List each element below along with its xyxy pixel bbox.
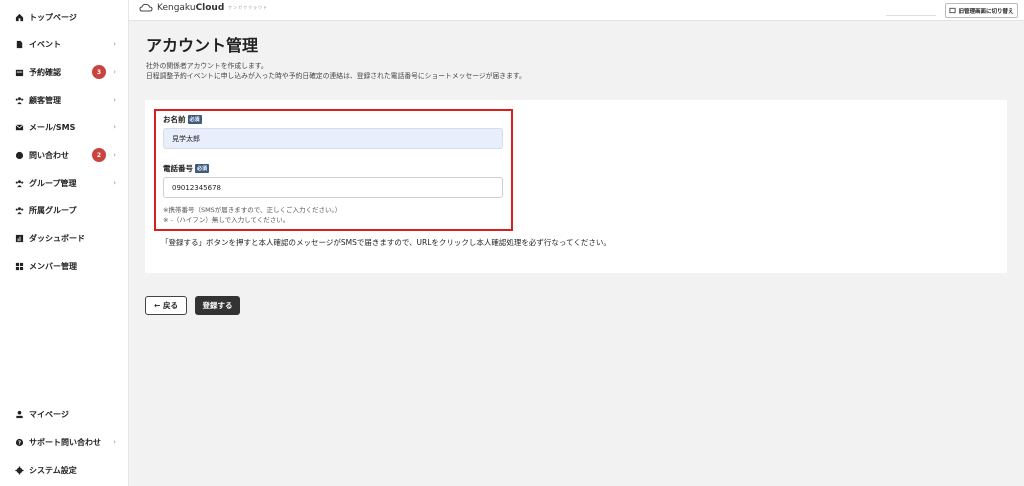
chevron-right-icon: › [113, 96, 116, 104]
grid-icon [14, 261, 24, 271]
logo-text: Kengaku [157, 3, 196, 13]
home-icon [14, 12, 24, 22]
notification-badge: 2 [92, 148, 106, 162]
page-title: アカウント管理 [146, 36, 259, 55]
sidebar-item-label: 予約確認 [29, 67, 61, 77]
sidebar: トップページ イベント › 予約確認 3 › 顧客管理 › メール/SMS › … [0, 0, 129, 486]
sidebar-item-label: メール/SMS [29, 122, 76, 132]
sidebar-item-reservations[interactable]: 予約確認 3 › [14, 63, 124, 81]
sidebar-item-label: 所属グループ [29, 205, 77, 215]
top-bar: Kengaku Cloud ケンガククラウド 旧管理画面に切り替え [129, 0, 1024, 21]
sidebar-item-label: ダッシュボード [29, 233, 85, 243]
name-label-text: お名前 [163, 115, 186, 124]
page-description: 社外の関係者アカウントを作成します。 [146, 62, 268, 70]
sidebar-item-support[interactable]: ? サポート問い合わせ › [14, 433, 124, 451]
name-input[interactable]: 見学太郎 [163, 128, 503, 149]
phone-label-text: 電話番号 [163, 164, 193, 173]
sidebar-item-label: グループ管理 [29, 178, 77, 188]
app-logo[interactable]: Kengaku Cloud ケンガククラウド [139, 3, 268, 13]
cloud-logo-icon [139, 3, 153, 12]
switch-to-old-admin-button[interactable]: 旧管理画面に切り替え [945, 3, 1018, 18]
sidebar-item-label: システム設定 [29, 465, 77, 475]
logo-subtext: ケンガククラウド [228, 5, 269, 10]
sidebar-item-group-management[interactable]: グループ管理 › [14, 174, 124, 192]
sidebar-item-my-page[interactable]: マイページ [14, 405, 124, 423]
phone-note-mobile: ※携帯番号（SMSが届きますので、正しくご入力ください。） [163, 206, 342, 214]
phone-label: 電話番号 必須 [163, 163, 210, 174]
chevron-right-icon: › [113, 123, 116, 131]
sidebar-item-my-groups[interactable]: 所属グループ [14, 201, 124, 219]
sidebar-item-label: マイページ [29, 409, 69, 419]
sidebar-item-inquiries[interactable]: 問い合わせ 2 › [14, 146, 124, 164]
chevron-right-icon: › [113, 179, 116, 187]
phone-note-hyphen: ※ -（ハイフン）無しで入力してください。 [163, 216, 290, 224]
register-button[interactable]: 登録する [195, 296, 240, 315]
svg-text:?: ? [17, 440, 20, 446]
chevron-right-icon: › [113, 438, 116, 446]
group-icon [14, 178, 24, 188]
sidebar-item-customers[interactable]: 顧客管理 › [14, 91, 124, 109]
notification-badge: 3 [92, 65, 106, 79]
chevron-right-icon: › [113, 151, 116, 159]
sidebar-item-mail-sms[interactable]: メール/SMS › [14, 118, 124, 136]
sidebar-item-label: 問い合わせ [29, 150, 69, 160]
phone-input[interactable]: 09012345678 [163, 177, 503, 198]
sidebar-item-label: イベント [29, 39, 61, 49]
person-icon [14, 409, 24, 419]
required-tag: 必須 [195, 164, 210, 173]
chevron-right-icon: › [113, 68, 116, 76]
sidebar-item-label: トップページ [29, 12, 77, 22]
group-icon [14, 205, 24, 215]
chat-icon [14, 150, 24, 160]
calendar-icon [14, 67, 24, 77]
sidebar-item-label: 顧客管理 [29, 95, 61, 105]
sidebar-item-members[interactable]: メンバー管理 [14, 257, 124, 275]
verification-instruction: 「登録する」ボタンを押すと本人確認のメッセージがSMSで届きますので、URLをク… [161, 238, 611, 247]
chart-icon [14, 233, 24, 243]
name-label: お名前 必須 [163, 114, 202, 125]
document-icon [14, 39, 24, 49]
sidebar-item-label: サポート問い合わせ [29, 437, 101, 447]
sidebar-item-top-page[interactable]: トップページ [14, 8, 124, 26]
switch-label: 旧管理画面に切り替え [958, 8, 1014, 15]
top-bar-divider [886, 15, 936, 16]
gear-icon [14, 465, 24, 475]
mail-icon [14, 122, 24, 132]
people-icon [14, 95, 24, 105]
back-button[interactable]: ← 戻る [145, 296, 187, 315]
sidebar-item-dashboard[interactable]: ダッシュボード [14, 229, 124, 247]
sidebar-item-events[interactable]: イベント › [14, 35, 124, 53]
required-tag: 必須 [187, 115, 202, 124]
sidebar-item-label: メンバー管理 [29, 261, 77, 271]
logo-text-bold: Cloud [195, 3, 225, 13]
sidebar-item-system-settings[interactable]: システム設定 [14, 461, 124, 479]
chevron-right-icon: › [113, 40, 116, 48]
page-description-sms: 日程調整予約イベントに申し込みが入った時や予約日確定の連絡は、登録された電話番号… [146, 72, 526, 80]
help-icon: ? [14, 437, 24, 447]
switch-icon [949, 7, 957, 14]
